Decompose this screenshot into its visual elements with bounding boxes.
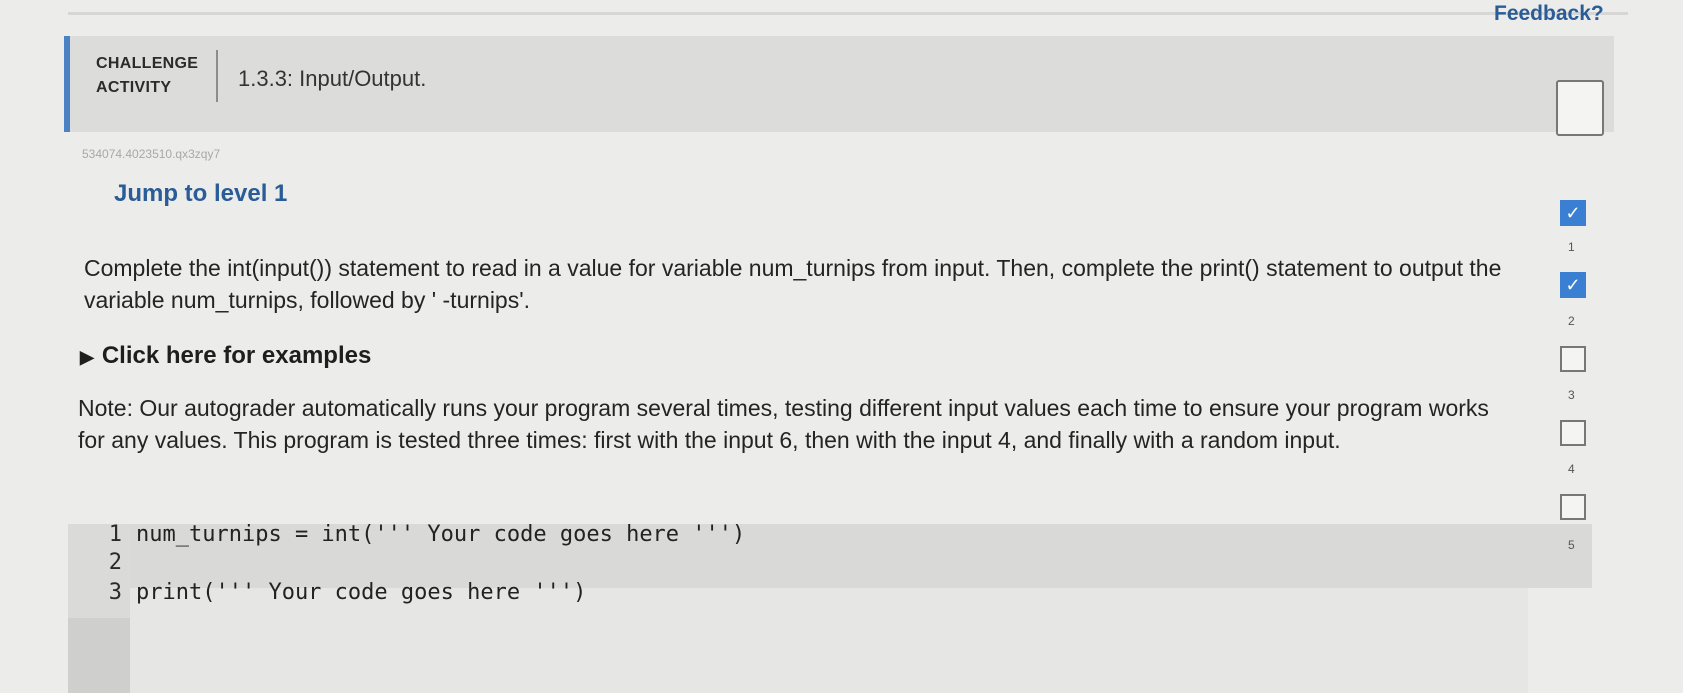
line-number: 2 xyxy=(108,550,122,575)
code-line[interactable]: 3 print(''' Your code goes here ''') xyxy=(68,580,587,605)
header-divider xyxy=(216,50,218,102)
level-2-number: 2 xyxy=(1568,314,1575,328)
level-3-number: 3 xyxy=(1568,388,1575,402)
activity-title: 1.3.3: Input/Output. xyxy=(238,66,427,91)
level-4-checkbox[interactable] xyxy=(1560,420,1586,446)
examples-toggle[interactable]: ▶ Click here for examples xyxy=(80,342,371,370)
code-line[interactable]: 2 xyxy=(68,550,136,575)
check-icon: ✓ xyxy=(1565,203,1581,223)
top-divider xyxy=(68,12,1628,15)
level-4-number: 4 xyxy=(1568,462,1575,476)
challenge-activity-label: CHALLENGE ACTIVITY xyxy=(96,52,198,100)
instructions: Complete the int(input()) statement to r… xyxy=(84,255,1502,313)
activity-header: CHALLENGE ACTIVITY 1.3.3: Input/Output. xyxy=(64,36,1614,132)
level-1-checkbox[interactable]: ✓ xyxy=(1560,200,1586,226)
examples-toggle-label: Click here for examples xyxy=(101,342,372,369)
code-editor[interactable]: 1 num_turnips = int(''' Your code goes he… xyxy=(68,522,1592,693)
label-line-1: CHALLENGE xyxy=(96,55,199,72)
line-number: 1 xyxy=(108,522,122,547)
jump-to-level-link[interactable]: Jump to level 1 xyxy=(114,180,287,208)
level-5-checkbox[interactable] xyxy=(1560,494,1586,520)
level-3-checkbox[interactable] xyxy=(1560,346,1586,372)
level-progress: ✓ 1 ✓ 2 3 4 5 xyxy=(1540,76,1620,596)
level-2-checkbox[interactable]: ✓ xyxy=(1560,272,1586,298)
level-1-number: 1 xyxy=(1568,240,1575,254)
feedback-link[interactable]: Feedback? xyxy=(1494,2,1604,26)
code-text[interactable]: print(''' Your code goes here ''') xyxy=(136,580,586,605)
activity-id: 534074.4023510.qx3zqy7 xyxy=(82,147,221,161)
code-text[interactable]: num_turnips = int(''' Your code goes her… xyxy=(136,522,745,547)
level-overview-box xyxy=(1556,80,1604,136)
expand-triangle-icon: ▶ xyxy=(80,347,94,367)
gutter-shade xyxy=(68,618,130,693)
line-number: 3 xyxy=(108,580,122,605)
autograder-note: Note: Our autograder automatically runs … xyxy=(78,395,1489,453)
label-line-2: ACTIVITY xyxy=(96,79,172,96)
level-5-number: 5 xyxy=(1568,538,1575,552)
code-line[interactable]: 1 num_turnips = int(''' Your code goes he… xyxy=(68,522,746,547)
check-icon: ✓ xyxy=(1565,275,1581,295)
